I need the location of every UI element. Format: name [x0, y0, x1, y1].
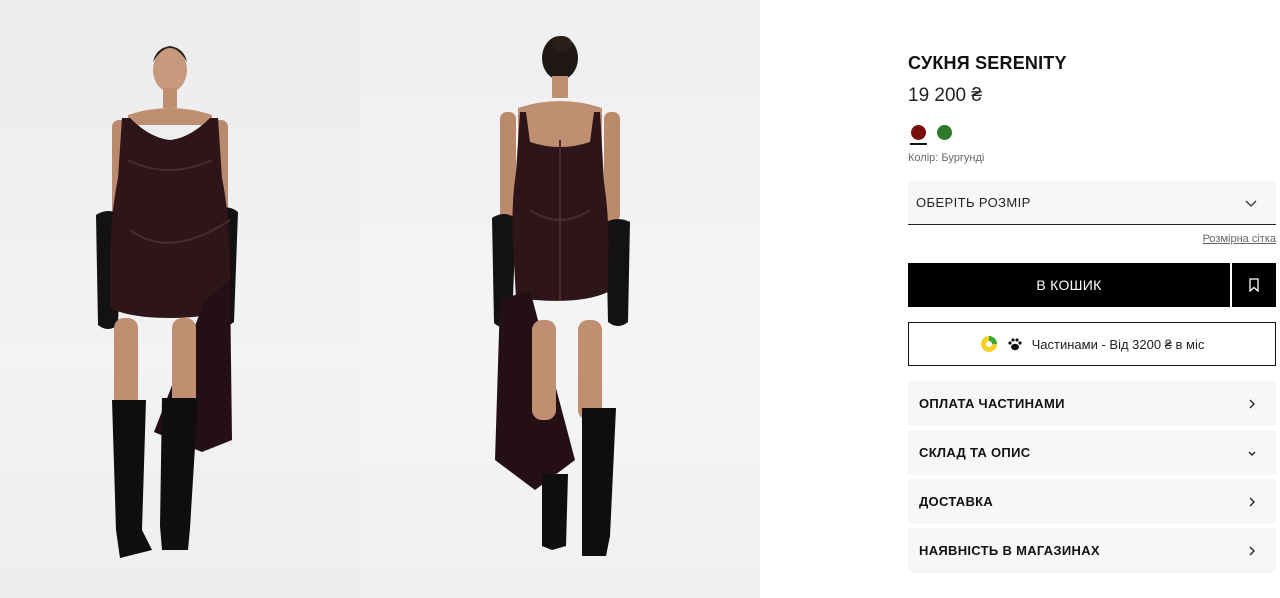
bookmark-icon	[1249, 278, 1259, 292]
product-title: СУКНЯ SERENITY	[908, 53, 1067, 73]
color-label-prefix: Колір:	[908, 152, 939, 164]
color-swatch-burgundy[interactable]	[910, 125, 927, 145]
installments-button[interactable]: Частинами - Від 3200 ₴ в міс	[908, 322, 1276, 366]
model-front-illustration	[96, 46, 238, 558]
accordion-composition-description[interactable]: СКЛАД ТА ОПИС	[908, 430, 1276, 475]
add-to-cart-button[interactable]: В КОШИК	[908, 263, 1230, 307]
selected-color-label: Колір: Бургунді	[908, 152, 984, 164]
chevron-right-icon	[1249, 497, 1255, 506]
accordion-label: ДОСТАВКА	[919, 494, 994, 509]
paw-icon	[1006, 335, 1024, 353]
accordion-label: СКЛАД ТА ОПИС	[919, 445, 1031, 460]
product-gallery	[0, 0, 760, 598]
color-swatch-green[interactable]	[937, 125, 952, 140]
model-back-illustration	[492, 36, 630, 556]
accordion-delivery[interactable]: ДОСТАВКА	[908, 479, 1276, 524]
product-photo-back[interactable]	[360, 0, 760, 598]
bank-logo-icon	[980, 335, 998, 353]
chevron-right-icon	[1249, 399, 1255, 408]
product-accordion: ОПЛАТА ЧАСТИНАМИ СКЛАД ТА ОПИС ДОСТАВКА …	[908, 381, 1276, 577]
wishlist-button[interactable]	[1232, 263, 1276, 307]
chevron-right-icon	[1249, 546, 1255, 555]
color-label-value: Бургунді	[941, 152, 985, 164]
color-swatches	[910, 125, 952, 145]
size-chart-link[interactable]: Розмірна сітка	[1203, 233, 1276, 245]
size-select-label: ОБЕРІТЬ РОЗМІР	[916, 195, 1031, 210]
product-photo-front[interactable]	[0, 0, 360, 598]
accordion-payment-installments[interactable]: ОПЛАТА ЧАСТИНАМИ	[908, 381, 1276, 426]
accordion-label: НАЯВНІСТЬ В МАГАЗИНАХ	[919, 543, 1100, 558]
accordion-store-availability[interactable]: НАЯВНІСТЬ В МАГАЗИНАХ	[908, 528, 1276, 573]
chevron-down-icon	[1245, 200, 1257, 207]
size-select[interactable]: ОБЕРІТЬ РОЗМІР	[908, 181, 1276, 225]
accordion-label: ОПЛАТА ЧАСТИНАМИ	[919, 396, 1065, 411]
product-price: 19 200 ₴	[908, 85, 982, 106]
chevron-down-icon	[1248, 451, 1256, 456]
cart-actions: В КОШИК	[908, 263, 1276, 307]
installments-text: Частинами - Від 3200 ₴ в міс	[1031, 336, 1205, 352]
